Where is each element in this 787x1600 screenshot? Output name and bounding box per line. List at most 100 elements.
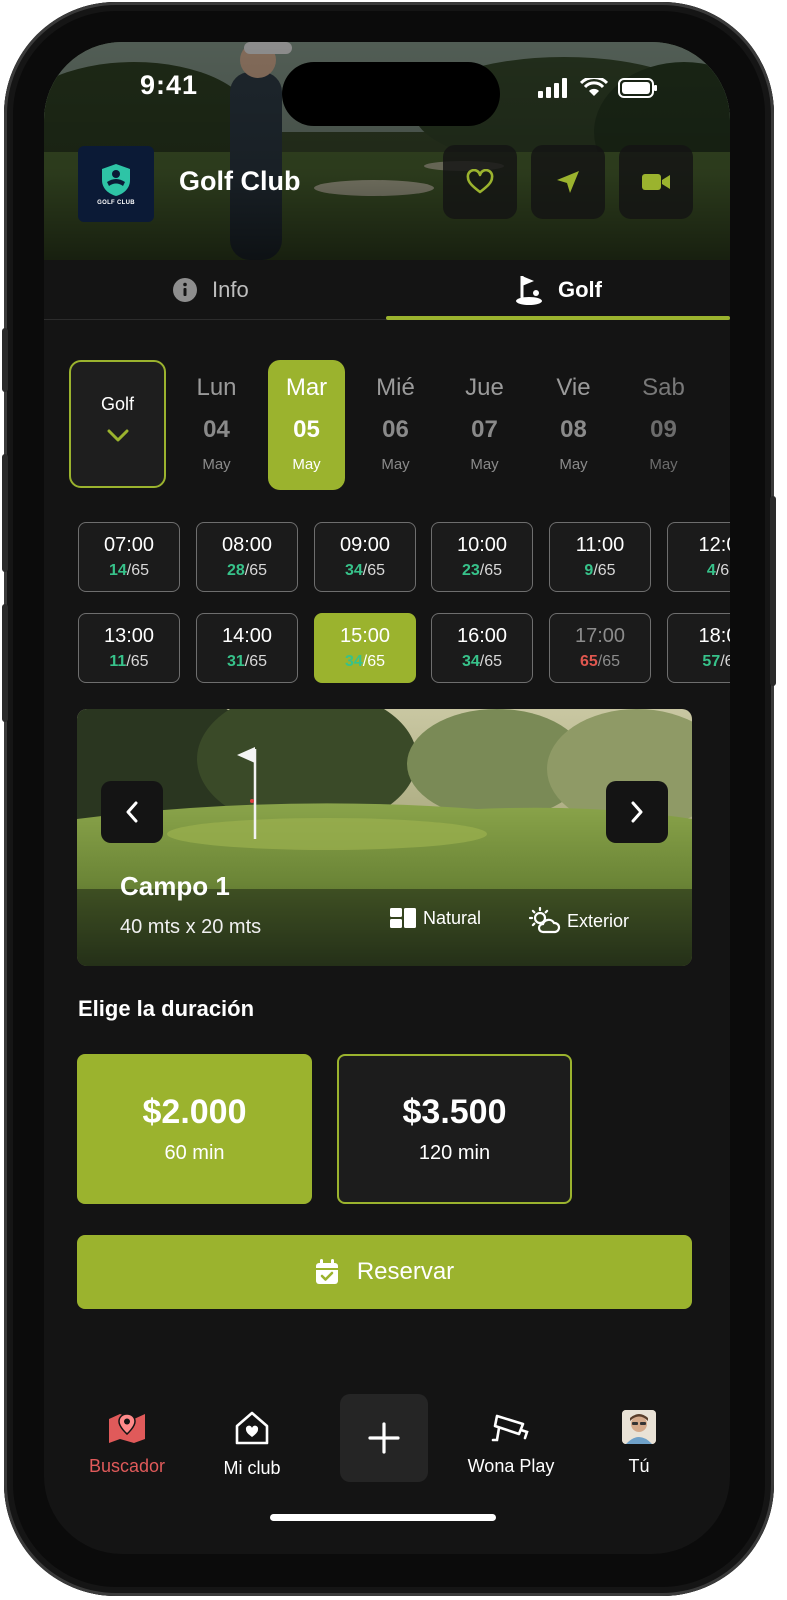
slot-capacity: 9/65 xyxy=(584,562,615,580)
tab-info-label: Info xyxy=(212,277,249,302)
nav-buscador[interactable]: Buscador xyxy=(72,1410,182,1477)
tab-golf-label: Golf xyxy=(558,277,602,302)
time-slot[interactable]: 07:00 14/65 xyxy=(78,522,180,592)
tab-golf[interactable]: Golf xyxy=(514,260,602,320)
day-vie[interactable]: Vie 08 May xyxy=(535,360,612,490)
nav-label: Mi club xyxy=(223,1458,281,1478)
duration-price: $3.500 xyxy=(402,1093,507,1131)
slot-capacity: 4/6 xyxy=(707,562,729,580)
slot-total: /65 xyxy=(244,562,268,579)
security-camera-icon xyxy=(491,1414,529,1442)
golf-flag-icon xyxy=(516,276,542,305)
day-mar[interactable]: Mar 05 May xyxy=(268,360,345,490)
nav-tu[interactable]: Tú xyxy=(584,1410,694,1477)
dynamic-island xyxy=(282,62,500,126)
day-date: 06 xyxy=(382,416,409,443)
reserve-button[interactable]: Reservar xyxy=(77,1235,692,1309)
volume-down-button xyxy=(2,604,8,722)
time-slot[interactable]: 18:0 57/6 xyxy=(667,613,730,683)
slot-taken: 23 xyxy=(461,562,480,579)
reserve-label: Reservar xyxy=(356,1258,455,1285)
slot-time: 14:00 xyxy=(221,625,273,647)
day-lun[interactable]: Lun 04 May xyxy=(178,360,255,490)
slot-capacity: 34/65 xyxy=(462,653,502,671)
time-slot[interactable]: 16:00 34/65 xyxy=(431,613,533,683)
day-date: 09 xyxy=(650,416,677,443)
sport-dropdown[interactable]: Golf xyxy=(69,360,166,488)
nav-label: Buscador xyxy=(88,1456,166,1476)
slot-capacity: 11/65 xyxy=(109,653,148,671)
time-slot[interactable]: 11:00 9/65 xyxy=(549,522,651,592)
video-camera-icon xyxy=(642,174,670,190)
time-slot[interactable]: 09:00 34/65 xyxy=(314,522,416,592)
nav-mi-club[interactable]: Mi club xyxy=(197,1410,307,1479)
time-slot[interactable]: 10:00 23/65 xyxy=(431,522,533,592)
day-sab[interactable]: Sab 09 May xyxy=(625,360,702,490)
time-slot[interactable]: 14:00 31/65 xyxy=(196,613,298,683)
volume-up-button xyxy=(2,454,8,572)
signal-icon xyxy=(538,78,567,98)
battery-icon xyxy=(618,78,657,98)
time-slot-full[interactable]: 17:00 65/65 xyxy=(549,613,651,683)
slot-total: /65 xyxy=(362,653,386,670)
day-date: 08 xyxy=(560,416,587,443)
nav-label: Wona Play xyxy=(467,1456,555,1476)
slot-total: /6 xyxy=(715,562,730,579)
field-card: Campo 1 40 mts x 20 mts Natural Exterior xyxy=(77,709,692,966)
time-slot[interactable]: 13:00 11/65 xyxy=(78,613,180,683)
nav-label: Tú xyxy=(628,1456,650,1476)
location-feature: Exterior xyxy=(529,907,629,935)
slot-time: 10:00 xyxy=(456,534,508,556)
slot-capacity: 34/65 xyxy=(345,562,385,580)
slot-taken: 34 xyxy=(344,562,363,579)
duration-option-selected[interactable]: $2.000 60 min xyxy=(77,1054,312,1204)
slot-time: 15:00 xyxy=(339,625,391,647)
day-jue[interactable]: Jue 07 May xyxy=(446,360,523,490)
slot-total: /65 xyxy=(244,653,268,670)
duration-option[interactable]: $3.500 120 min xyxy=(337,1054,572,1204)
slot-taken: 11 xyxy=(109,653,127,670)
location-label: Exterior xyxy=(567,910,630,931)
logo-text: GOLF CLUB xyxy=(97,200,135,206)
slot-taken: 34 xyxy=(461,653,480,670)
status-time: 9:41 xyxy=(140,70,199,100)
navigation-arrow-icon xyxy=(557,171,579,193)
day-name: Vie xyxy=(556,374,591,401)
slot-total: /6 xyxy=(720,653,730,670)
chevron-right-icon xyxy=(631,801,643,823)
directions-button[interactable] xyxy=(531,145,605,219)
slot-taken: 31 xyxy=(226,653,245,670)
day-month: May xyxy=(292,456,321,473)
tab-info[interactable]: Info xyxy=(172,260,249,320)
day-mie[interactable]: Mié 06 May xyxy=(357,360,434,490)
time-slot[interactable]: 12:0 4/6 xyxy=(667,522,730,592)
add-button[interactable] xyxy=(340,1394,428,1482)
day-name: Mié xyxy=(376,374,415,401)
chevron-down-icon xyxy=(107,429,128,442)
map-pin-icon xyxy=(109,1413,145,1443)
slot-time: 08:00 xyxy=(221,534,273,556)
day-name: Mar xyxy=(285,374,328,401)
slot-time: 13:00 xyxy=(103,625,155,647)
duration-title: Elige la duración xyxy=(78,996,255,1021)
info-icon xyxy=(173,278,197,302)
day-month: May xyxy=(381,456,410,473)
video-button[interactable] xyxy=(619,145,693,219)
tab-bar: Info Golf xyxy=(44,260,730,320)
time-slot[interactable]: 08:00 28/65 xyxy=(196,522,298,592)
previous-field-button[interactable] xyxy=(101,781,163,843)
nav-wona-play[interactable]: Wona Play xyxy=(456,1410,566,1477)
club-name: Golf Club xyxy=(179,166,301,196)
slot-taken: 57 xyxy=(702,653,721,670)
house-heart-icon xyxy=(235,1411,269,1445)
slot-taken: 65 xyxy=(579,653,598,670)
day-date: 07 xyxy=(471,416,498,443)
calendar-check-icon xyxy=(315,1259,338,1284)
slot-taken: 34 xyxy=(344,653,363,670)
favorite-button[interactable] xyxy=(443,145,517,219)
avatar xyxy=(622,1410,656,1444)
slot-time: 17:00 xyxy=(574,625,626,647)
next-field-button[interactable] xyxy=(606,781,668,843)
day-name: Lun xyxy=(196,374,237,401)
time-slot-selected[interactable]: 15:00 34/65 xyxy=(314,613,416,683)
